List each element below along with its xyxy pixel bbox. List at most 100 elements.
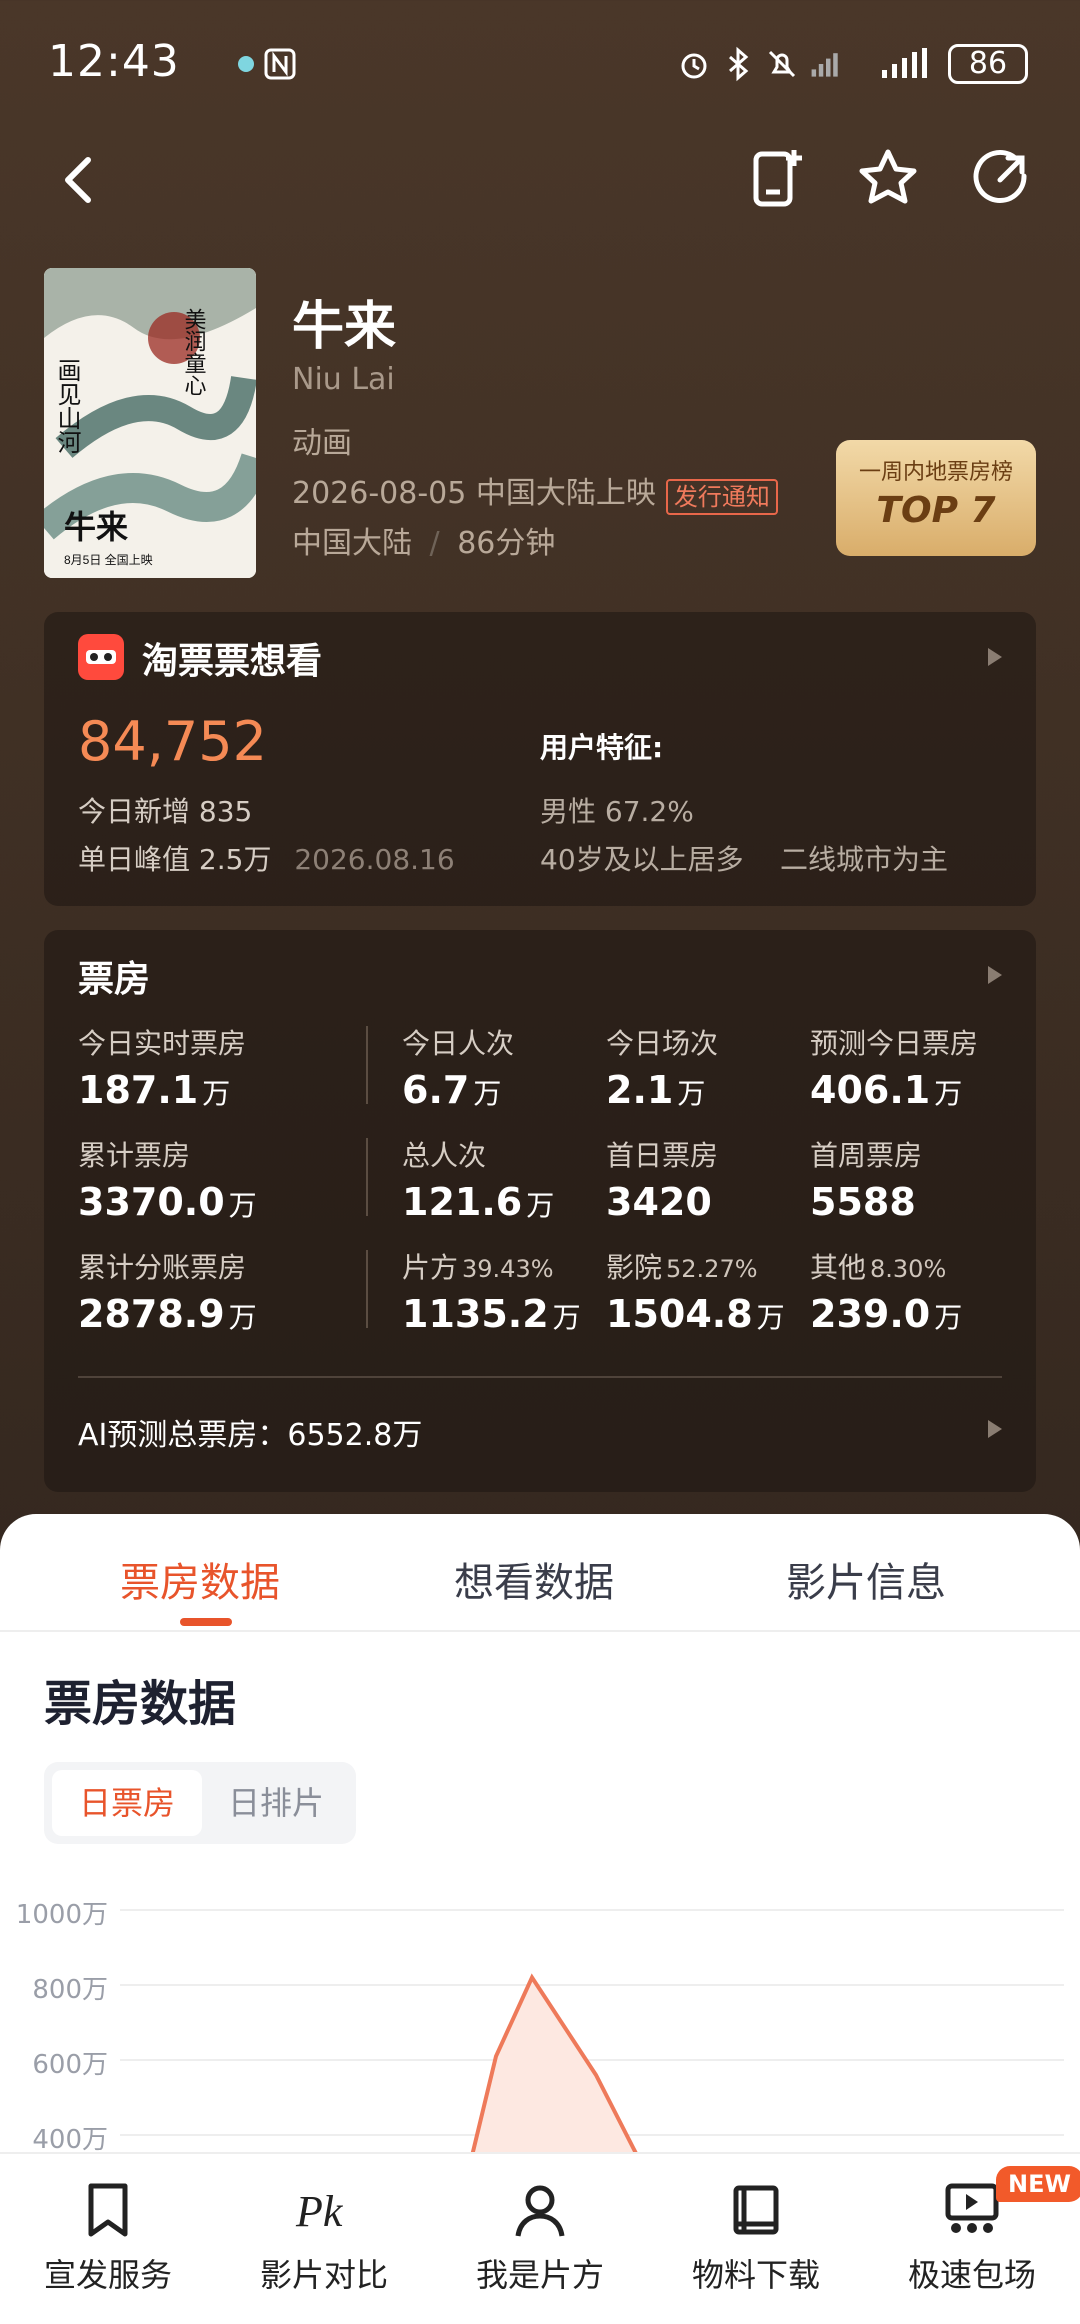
stat-unit: 万 [934,1077,963,1110]
y-tick-label: 400万 [32,2125,108,2155]
stat-unit: 万 [202,1077,231,1110]
peak-label: 单日峰值 [78,843,191,876]
nav-movie-compare[interactable]: Pk 影片对比 [224,2180,424,2296]
stat-number: 2878.9 [78,1292,225,1336]
stat-label-text: 预测今日票房 [810,1027,979,1060]
tab-movie-info[interactable]: 影片信息 [786,1550,946,1608]
y-tick-label: 600万 [32,2050,108,2080]
want-to-see-card[interactable]: 淘票票想看 84,752 今日新增 835 单日峰值 2.5万 2026.08.… [44,612,1036,906]
nav-material-download[interactable]: 物料下载 [656,2180,856,2296]
y-tick-label: 1000万 [15,1900,108,1930]
boxoffice-stat: 预测今日票房 406.1 万 [810,1022,978,1112]
tab-active-indicator [180,1618,232,1626]
stat-number: 121.6 [402,1180,523,1224]
column-divider [366,1026,368,1104]
taopiaopiao-logo-icon [78,634,124,680]
nav-i-am-producer[interactable]: 我是片方 [440,2180,640,2296]
boxoffice-card[interactable]: 票房 今日实时票房 187.1 万今日人次 6.7 万今日场次 2.1 万预测今日票房 406… [44,930,1036,1492]
status-bar: 12:43 86 [0,0,1080,128]
rank-badge-label: 一周内地票房榜 [858,460,1013,485]
stat-label: 今日人次 [402,1022,514,1062]
boxoffice-stat: 首日票房 3420 [606,1134,718,1224]
add-to-desktop-icon[interactable] [748,146,806,210]
movie-title: 牛来 [292,297,397,357]
stat-unit: 万 [756,1301,785,1334]
stat-label: 今日实时票房 [78,1022,246,1062]
movie-poster[interactable]: 美润童心 画见山河 牛来 8月5日 全国上映 [44,268,256,578]
weekly-rank-badge[interactable]: 一周内地票房榜 TOP 7 [836,440,1036,556]
status-time: 12:43 [48,36,180,87]
stat-label-text: 累计票房 [78,1139,191,1172]
stat-number: 406.1 [810,1068,931,1112]
stat-label: 总人次 [402,1134,554,1174]
stat-number: 1504.8 [606,1292,753,1336]
stat-label-text: 影院 [606,1251,663,1284]
movie-genre: 动画 [292,426,352,461]
stat-value: 2.1 万 [606,1068,718,1112]
nav-label: 极速包场 [907,2256,1036,2294]
user-icon [515,2185,565,2237]
boxoffice-stat: 今日人次 6.7 万 [402,1022,514,1112]
movie-region-duration: 中国大陆 / 86分钟 [292,518,555,562]
stat-label: 其他 8.30% [810,1246,962,1286]
stat-unit: 万 [526,1189,555,1222]
signal-2-icon [882,48,927,78]
stat-unit: 万 [677,1077,706,1110]
nav-promo-service[interactable]: 宣发服务 [8,2180,208,2296]
boxoffice-stat: 首周票房 5588 [810,1134,922,1224]
stat-number: 3370.0 [78,1180,225,1224]
divider [78,1376,1002,1378]
stat-label-text: 总人次 [402,1139,487,1172]
boxoffice-stat: 今日实时票房 187.1 万 [78,1022,246,1112]
ai-prediction[interactable]: AI预测总票房：6552.8万 [78,1410,422,1454]
segment-daily-screenings[interactable]: 日排片 [206,1770,346,1836]
column-divider [366,1250,368,1328]
stat-value: 2878.9 万 [78,1292,257,1336]
movie-duration: 86分钟 [457,526,556,561]
tab-boxoffice-data[interactable]: 票房数据 [120,1550,280,1608]
poster-date: 8月5日 全国上映 [64,552,153,567]
stat-label-text: 累计分账票房 [78,1251,247,1284]
section-title: 票房数据 [44,1676,237,1732]
stat-unit: 万 [228,1301,257,1334]
age-feature: 40岁及以上居多 [540,843,744,876]
stat-percent: 39.43% [462,1255,554,1283]
stat-number: 1135.2 [402,1292,549,1336]
stat-label-text: 今日场次 [606,1027,719,1060]
ai-prediction-arrow-icon [988,1420,1002,1438]
favorite-star-icon[interactable] [856,146,920,210]
stat-value: 187.1 万 [78,1068,246,1112]
cinema-screen-icon [945,2183,999,2233]
tab-want-data[interactable]: 想看数据 [454,1550,614,1608]
movie-release: 2026-08-05 中国大陆上映 发行通知 [292,468,778,515]
stat-percent: 52.27% [666,1255,758,1283]
segment-daily-boxoffice[interactable]: 日票房 [52,1770,202,1836]
back-icon[interactable] [52,148,102,212]
stat-label: 今日场次 [606,1022,718,1062]
battery-indicator: 86 [948,44,1028,84]
release-notice-button[interactable]: 发行通知 [665,479,778,515]
new-badge: NEW [996,2166,1080,2202]
separator: / [429,526,440,561]
movie-english-title: Niu Lai [292,362,395,397]
boxoffice-stat: 累计分账票房 2878.9 万 [78,1246,257,1336]
want-count: 84,752 [78,710,267,773]
rank-badge-value: TOP 7 [876,490,996,531]
bluetooth-icon [729,46,749,82]
signal-1-icon [811,53,838,77]
stat-number: 5588 [810,1180,916,1224]
movie-region: 中国大陆 [292,526,412,561]
release-date-text: 2026-08-05 中国大陆上映 [292,476,656,511]
peak-value: 2.5万 [198,843,272,876]
poster-slogan-1: 美润童心 [182,308,207,396]
stat-label-text: 首日票房 [606,1139,719,1172]
bookmark-icon [88,2183,128,2237]
share-icon[interactable] [970,146,1034,210]
nfc-icon [264,48,296,80]
stat-label: 累计分账票房 [78,1246,257,1286]
stat-label-text: 今日人次 [402,1027,515,1060]
boxoffice-arrow-icon [988,966,1002,984]
stat-value: 3420 [606,1180,718,1224]
male-ratio: 男性 67.2% [540,795,694,828]
want-card-title: 淘票票想看 [142,641,323,682]
